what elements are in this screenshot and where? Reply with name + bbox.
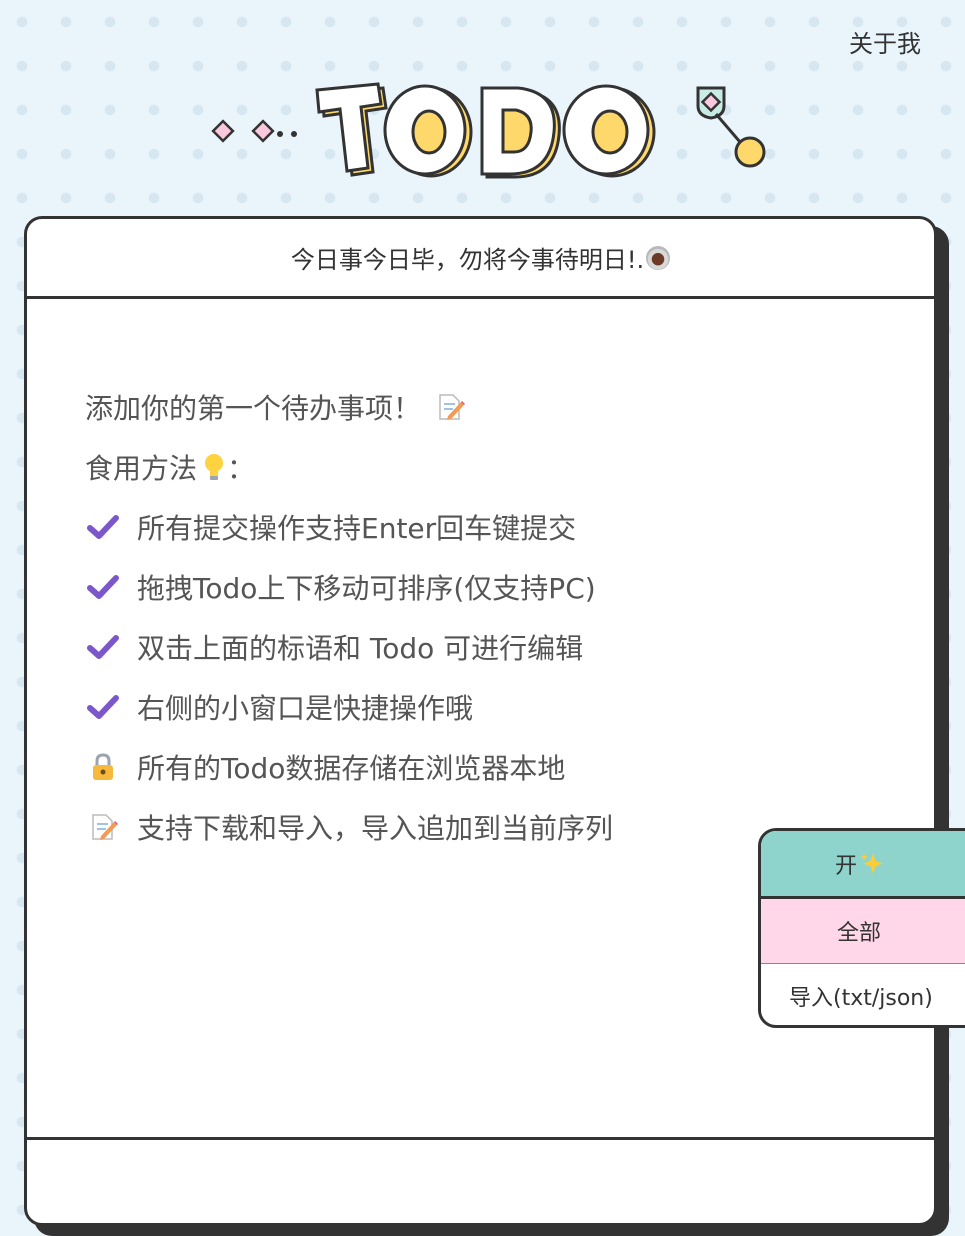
slogan-text[interactable]: 今日事今日毕，勿将今事待明日!. bbox=[291, 240, 644, 275]
logo-letter-t bbox=[315, 82, 388, 177]
usage-heading: 食用方法 ： bbox=[85, 437, 934, 497]
tip-text: 右侧的小窗口是快捷操作哦 bbox=[137, 692, 474, 725]
usage-text: 食用方法 bbox=[85, 452, 198, 485]
lightbulb-icon bbox=[205, 454, 224, 480]
about-me-link[interactable]: 关于我 bbox=[849, 24, 921, 59]
memo-icon bbox=[87, 811, 119, 843]
first-todo-hint: 添加你的第一个待办事项！ bbox=[85, 377, 934, 437]
footer-divider bbox=[27, 1137, 934, 1140]
menu-filter-all[interactable]: 全部 bbox=[761, 899, 965, 964]
check-icon bbox=[87, 511, 119, 543]
tip-text: 双击上面的标语和 Todo 可进行编辑 bbox=[137, 632, 584, 665]
tip-text: 所有的Todo数据存储在浏览器本地 bbox=[137, 752, 566, 785]
empty-state: 添加你的第一个待办事项！ 食用方法 ： 所有提交操作支持Enter回车键提交 拖拽… bbox=[27, 299, 934, 857]
usage-colon: ： bbox=[227, 452, 256, 485]
menu-import-label: 导入(txt/json) bbox=[789, 986, 933, 1011]
menu-import-button[interactable]: 导入(txt/json) bbox=[761, 964, 965, 1025]
sparkles-icon bbox=[860, 852, 884, 874]
tip-item: 所有的Todo数据存储在浏览器本地 bbox=[85, 737, 934, 797]
lock-icon bbox=[87, 751, 119, 783]
check-icon bbox=[87, 571, 119, 603]
tips-list: 所有提交操作支持Enter回车键提交 拖拽Todo上下移动可排序(仅支持PC) 双击… bbox=[85, 497, 934, 857]
todo-card: 今日事今日毕，勿将今事待明日!. 添加你的第一个待办事项！ 食用方法 ： 所有提… bbox=[24, 216, 937, 1226]
menu-filter-label: 全部 bbox=[837, 921, 882, 946]
tip-text: 所有提交操作支持Enter回车键提交 bbox=[137, 512, 577, 545]
tip-text: 支持下载和导入，导入追加到当前序列 bbox=[137, 812, 614, 845]
check-icon bbox=[87, 691, 119, 723]
check-icon bbox=[87, 631, 119, 663]
diamond-decoration-icon bbox=[211, 119, 297, 143]
tip-item: 双击上面的标语和 Todo 可进行编辑 bbox=[85, 617, 934, 677]
tip-item: 拖拽Todo上下移动可排序(仅支持PC) bbox=[85, 557, 934, 617]
tip-item: 右侧的小窗口是快捷操作哦 bbox=[85, 677, 934, 737]
logo-letter-o1 bbox=[383, 84, 473, 178]
tip-item: 所有提交操作支持Enter回车键提交 bbox=[85, 497, 934, 557]
coffee-icon bbox=[646, 245, 671, 270]
slogan-header[interactable]: 今日事今日毕，勿将今事待明日!. bbox=[27, 219, 934, 299]
menu-toggle-button[interactable]: 开 bbox=[761, 831, 965, 899]
logo-letter-o2 bbox=[562, 84, 656, 178]
tip-text: 拖拽Todo上下移动可排序(仅支持PC) bbox=[137, 572, 596, 605]
todo-logo bbox=[211, 82, 766, 179]
pin-decoration-icon bbox=[696, 86, 766, 168]
first-todo-text: 添加你的第一个待办事项！ bbox=[85, 392, 422, 425]
memo-icon bbox=[439, 394, 466, 420]
quick-menu: 开 全部 导入(txt/json) bbox=[758, 828, 965, 1028]
menu-toggle-label: 开 bbox=[835, 853, 858, 879]
logo-letter-d bbox=[480, 86, 561, 179]
